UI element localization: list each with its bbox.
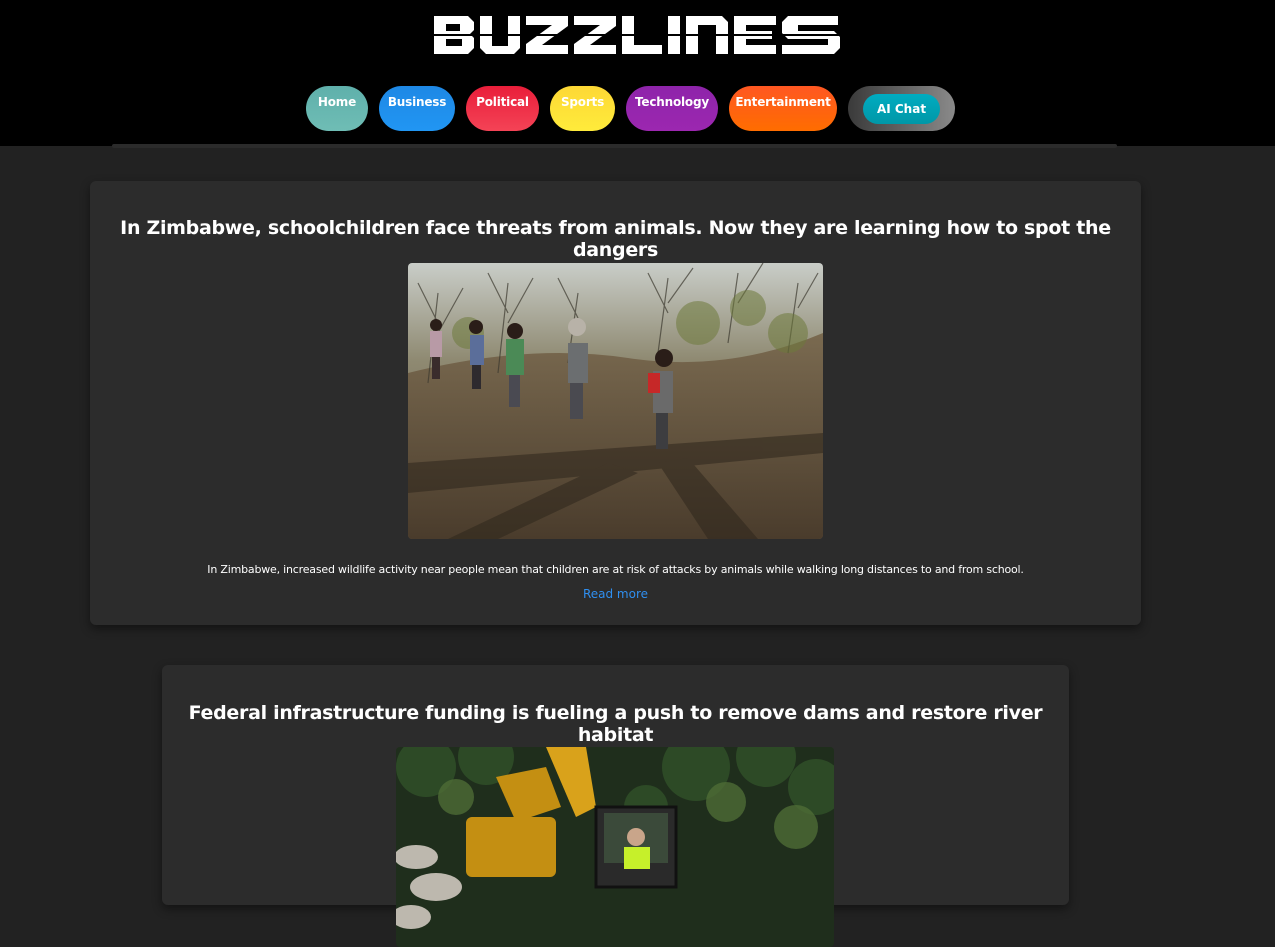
nav-business-button[interactable]: Business bbox=[379, 86, 455, 131]
nav-home-button[interactable]: Home bbox=[306, 86, 368, 131]
article-image[interactable] bbox=[408, 263, 823, 539]
article-title[interactable]: In Zimbabwe, schoolchildren face threats… bbox=[90, 217, 1141, 261]
ai-chat-button[interactable]: AI Chat bbox=[863, 94, 940, 124]
article-photo bbox=[396, 747, 834, 947]
nav-technology-button[interactable]: Technology bbox=[626, 86, 718, 131]
category-nav: Home Business Political Sports Technolog… bbox=[0, 86, 1275, 132]
article-image[interactable] bbox=[396, 747, 834, 947]
read-more-link[interactable]: Read more bbox=[90, 587, 1141, 601]
nav-entertainment-button[interactable]: Entertainment bbox=[729, 86, 837, 131]
article-caption: In Zimbabwe, increased wildlife activity… bbox=[207, 563, 1024, 576]
header-divider bbox=[112, 144, 1117, 148]
ai-chat-container: AI Chat bbox=[848, 86, 955, 131]
logo-wordmark bbox=[433, 16, 840, 54]
article-card: Federal infrastructure funding is fuelin… bbox=[162, 665, 1069, 947]
nav-political-button[interactable]: Political bbox=[466, 86, 539, 131]
article-title[interactable]: Federal infrastructure funding is fuelin… bbox=[162, 702, 1069, 746]
article-card: In Zimbabwe, schoolchildren face threats… bbox=[90, 181, 1141, 625]
nav-sports-button[interactable]: Sports bbox=[550, 86, 615, 131]
article-photo bbox=[408, 263, 823, 539]
site-logo[interactable] bbox=[0, 14, 1275, 60]
site-header: Home Business Political Sports Technolog… bbox=[0, 0, 1275, 146]
